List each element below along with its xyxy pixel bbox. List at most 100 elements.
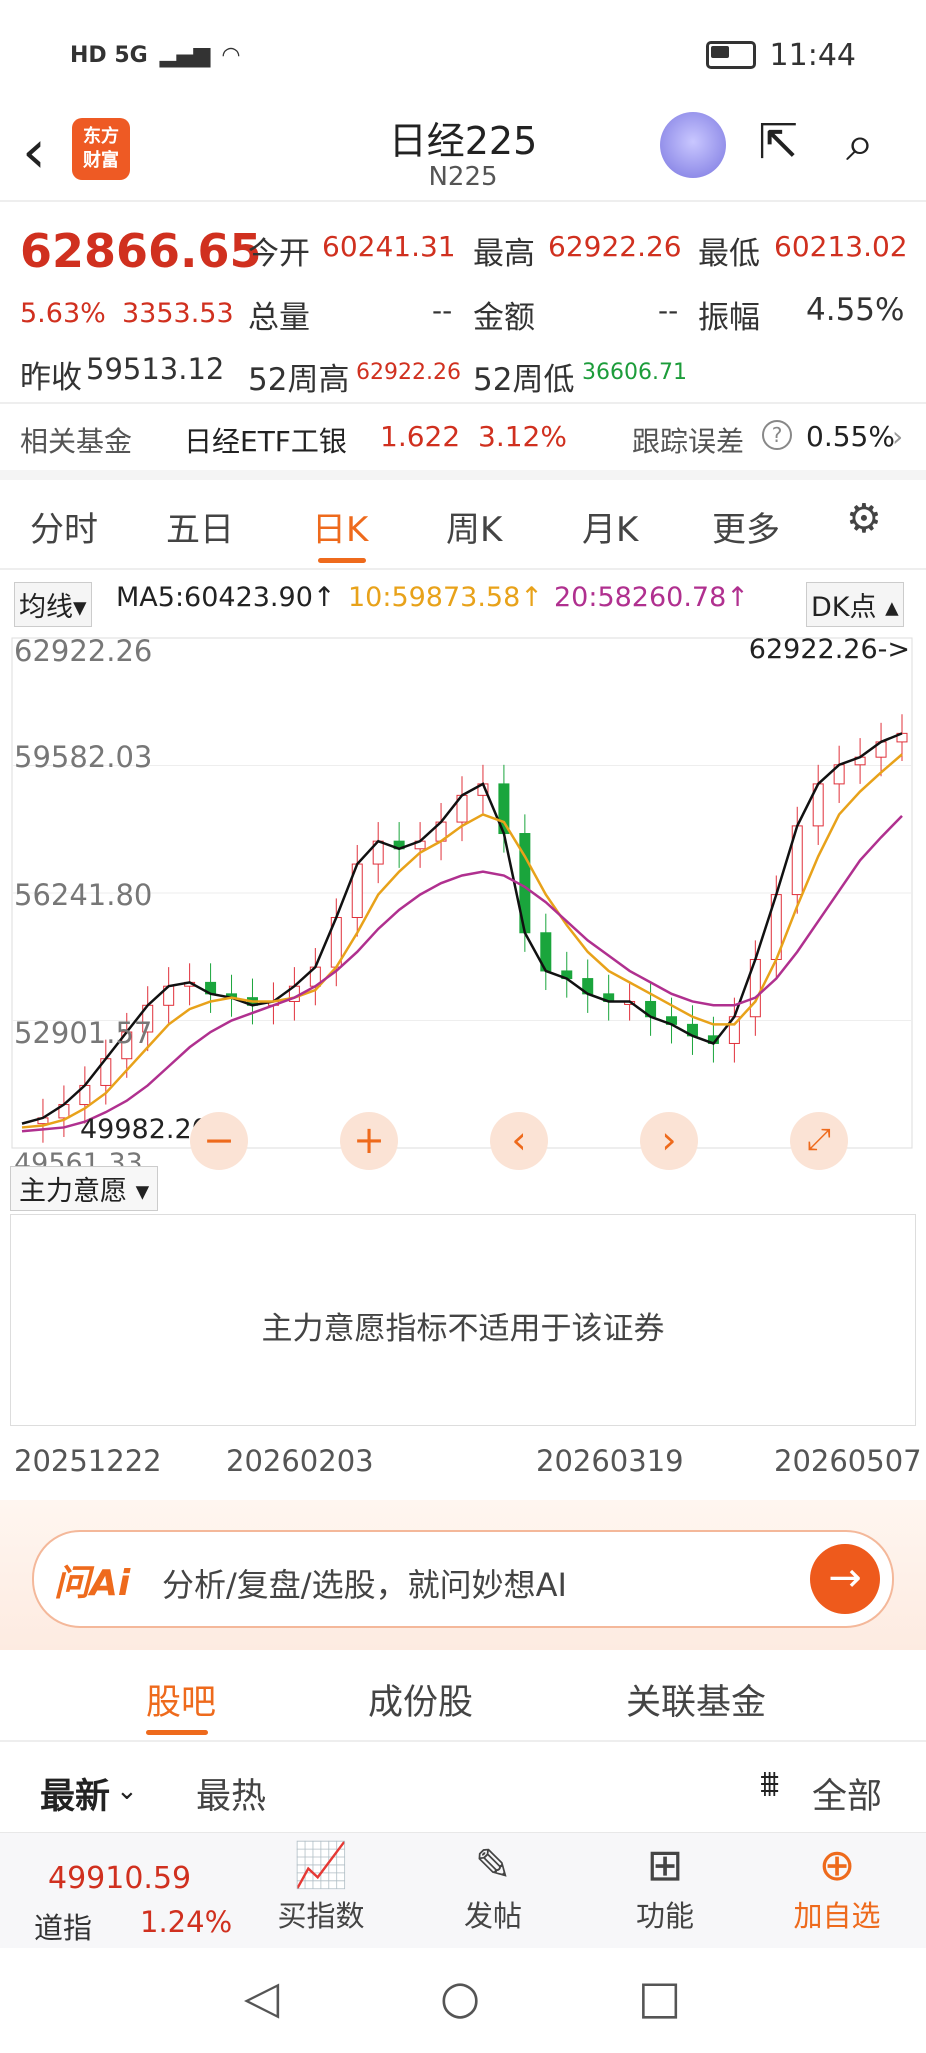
volume-value: -- bbox=[432, 294, 453, 327]
clock: 11:44 bbox=[769, 37, 856, 73]
arrow-right-icon[interactable]: → bbox=[810, 1544, 880, 1614]
related-fund-bar[interactable]: 相关基金 日经ETF工银 1.622 3.12% 跟踪误差 ? 0.55% › bbox=[0, 404, 926, 470]
ai-input-placeholder[interactable]: 分析/复盘/选股，就问妙想AI bbox=[162, 1560, 567, 1606]
tab-guba[interactable]: 股吧 bbox=[146, 1674, 216, 1725]
amplitude-label: 振幅 bbox=[698, 300, 760, 336]
chevron-down-icon: ⌄ bbox=[116, 1776, 138, 1806]
community-tabs: 股吧 成份股 关联基金 bbox=[0, 1650, 926, 1740]
volume-label: 总量 bbox=[248, 300, 310, 336]
amount-label: 金额 bbox=[473, 300, 535, 336]
header-bar: ‹ 东方 财富 日经225 N225 ⇱ ⌕ bbox=[0, 110, 926, 200]
index-price[interactable]: 49910.59 bbox=[48, 1861, 191, 1896]
index-name[interactable]: 道指 bbox=[34, 1905, 92, 1947]
active-tab-indicator bbox=[318, 558, 366, 563]
date-label: 20251222 bbox=[14, 1444, 162, 1478]
ai-logo: 问Ai bbox=[54, 1563, 131, 1604]
kline-chart[interactable]: 62922.26 59582.03 56241.80 52901.57 4956… bbox=[0, 628, 926, 1179]
date-label: 20260319 bbox=[536, 1444, 684, 1478]
ai-input-box[interactable]: 问Ai 分析/复盘/选股，就问妙想AI → bbox=[32, 1530, 894, 1628]
system-nav-bar: ◁ ○ □ bbox=[0, 1948, 926, 2053]
ai-section: 问Ai 分析/复盘/选股，就问妙想AI → bbox=[0, 1500, 926, 1650]
tab-daily-k[interactable]: 日K bbox=[312, 502, 368, 551]
ma-legend: 均线▾ MA5:60423.90↑ 10:59873.58↑ 20:58260.… bbox=[0, 570, 926, 628]
nav-back-icon[interactable]: ◁ bbox=[244, 1970, 279, 2024]
open-label: 今开 bbox=[248, 236, 310, 272]
w52-high-value: 62922.26 bbox=[356, 360, 461, 385]
low-label: 最低 bbox=[698, 236, 760, 272]
grid-icon: ⊞ bbox=[646, 1840, 684, 1891]
prev-close-value: 59513.12 bbox=[86, 352, 225, 386]
change-percent: 5.63% bbox=[20, 298, 106, 329]
gear-icon[interactable]: ⚙ bbox=[846, 496, 882, 542]
tracking-error-label: 跟踪误差 bbox=[632, 425, 745, 458]
low-value: 60213.02 bbox=[774, 230, 908, 263]
w52-low-label: 52周低 bbox=[473, 362, 575, 398]
wifi-icon: ◠ bbox=[222, 42, 240, 68]
tab-five-day[interactable]: 五日 bbox=[166, 502, 234, 551]
y-axis-label: 62922.26 bbox=[14, 634, 153, 668]
quote-panel: 62866.65 5.63% 3353.53 昨收 59513.12 今开 60… bbox=[0, 202, 926, 402]
w52-high-label: 52周高 bbox=[248, 362, 350, 398]
date-axis: 20251222 20260203 20260319 20260507 bbox=[0, 1426, 926, 1500]
max-price-marker: 62922.26-> bbox=[748, 634, 910, 665]
share-icon[interactable]: ⇱ bbox=[758, 114, 798, 170]
chart-icon: 📈 bbox=[293, 1840, 349, 1891]
indicator-header: 主力意愿 ▾ bbox=[0, 1160, 926, 1214]
assistant-avatar-icon[interactable] bbox=[660, 112, 726, 178]
index-pct: 1.24% bbox=[140, 1905, 233, 1939]
nav-home-icon[interactable]: ○ bbox=[440, 1970, 480, 2024]
tab-related-funds[interactable]: 关联基金 bbox=[626, 1674, 766, 1725]
help-icon[interactable]: ? bbox=[762, 420, 792, 450]
fund-name[interactable]: 日经ETF工银 bbox=[184, 420, 347, 460]
filter-icon[interactable]: ⩩ bbox=[760, 1764, 779, 1806]
tab-weekly-k[interactable]: 周K bbox=[446, 502, 502, 551]
buy-index-button[interactable]: 📈 买指数 bbox=[256, 1833, 386, 1935]
sort-latest[interactable]: 最新 bbox=[40, 1768, 110, 1819]
indicator-message: 主力意愿指标不适用于该证券 bbox=[261, 1311, 665, 1347]
period-tabs: 分时 五日 日K 周K 月K 更多 ⚙ bbox=[0, 480, 926, 568]
add-watchlist-button[interactable]: ⊕ 加自选 bbox=[772, 1833, 902, 1935]
functions-button[interactable]: ⊞ 功能 bbox=[600, 1833, 730, 1935]
tab-constituents[interactable]: 成份股 bbox=[368, 1674, 473, 1725]
indicator-selector[interactable]: 主力意愿 ▾ bbox=[10, 1166, 159, 1211]
prev-close-label: 昨收 bbox=[20, 360, 82, 396]
fund-price: 1.622 bbox=[380, 420, 461, 453]
filter-all[interactable]: 全部 bbox=[812, 1768, 882, 1819]
high-value: 62922.26 bbox=[548, 230, 682, 263]
search-icon[interactable]: ⌕ bbox=[846, 114, 874, 173]
date-label: 20260507 bbox=[774, 1444, 922, 1478]
fund-pct: 3.12% bbox=[478, 420, 567, 453]
amplitude-value: 4.55% bbox=[806, 292, 905, 328]
signal-icon: ▂▄▆ bbox=[159, 42, 211, 68]
date-label: 20260203 bbox=[226, 1444, 374, 1478]
fund-label: 相关基金 bbox=[20, 425, 133, 458]
post-button[interactable]: ✎ 发帖 bbox=[428, 1833, 558, 1935]
tab-more[interactable]: 更多 bbox=[712, 502, 780, 551]
sort-hot[interactable]: 最热 bbox=[196, 1768, 266, 1819]
open-value: 60241.31 bbox=[322, 230, 456, 263]
indicator-panel: 主力意愿指标不适用于该证券 bbox=[10, 1214, 916, 1426]
ma-selector[interactable]: 均线▾ bbox=[14, 582, 92, 627]
amount-value: -- bbox=[658, 294, 679, 327]
ma20-value: 20:58260.78↑ bbox=[554, 582, 749, 613]
tab-intraday[interactable]: 分时 bbox=[30, 502, 98, 551]
ma10-value: 10:59873.58↑ bbox=[348, 582, 543, 613]
battery-icon bbox=[705, 41, 756, 69]
sort-bar: 最新 ⌄ 最热 ⩩ 全部 bbox=[0, 1742, 926, 1832]
ma5-value: MA5:60423.90↑ bbox=[116, 582, 336, 613]
y-axis-label: 52901.57 bbox=[14, 1016, 153, 1050]
w52-low-value: 36606.71 bbox=[582, 360, 687, 385]
y-axis-label: 59582.03 bbox=[14, 740, 153, 774]
last-price: 62866.65 bbox=[20, 224, 262, 278]
edit-icon: ✎ bbox=[474, 1840, 512, 1891]
change-value: 3353.53 bbox=[122, 298, 234, 329]
y-axis-label: 56241.80 bbox=[14, 878, 153, 912]
tab-monthly-k[interactable]: 月K bbox=[582, 502, 638, 551]
network-indicator: HD 5G bbox=[70, 42, 148, 68]
plus-circle-icon: ⊕ bbox=[818, 1840, 856, 1891]
status-bar: HD 5G ▂▄▆ ◠ 11:44 bbox=[0, 0, 926, 110]
chevron-right-icon: › bbox=[892, 420, 904, 453]
bottom-toolbar: 49910.59 道指 1.24% 📈 买指数 ✎ 发帖 ⊞ 功能 ⊕ 加自选 bbox=[0, 1832, 926, 1948]
dk-point-toggle[interactable]: DK点 ▴ bbox=[806, 582, 904, 627]
nav-recent-icon[interactable]: □ bbox=[638, 1970, 681, 2024]
